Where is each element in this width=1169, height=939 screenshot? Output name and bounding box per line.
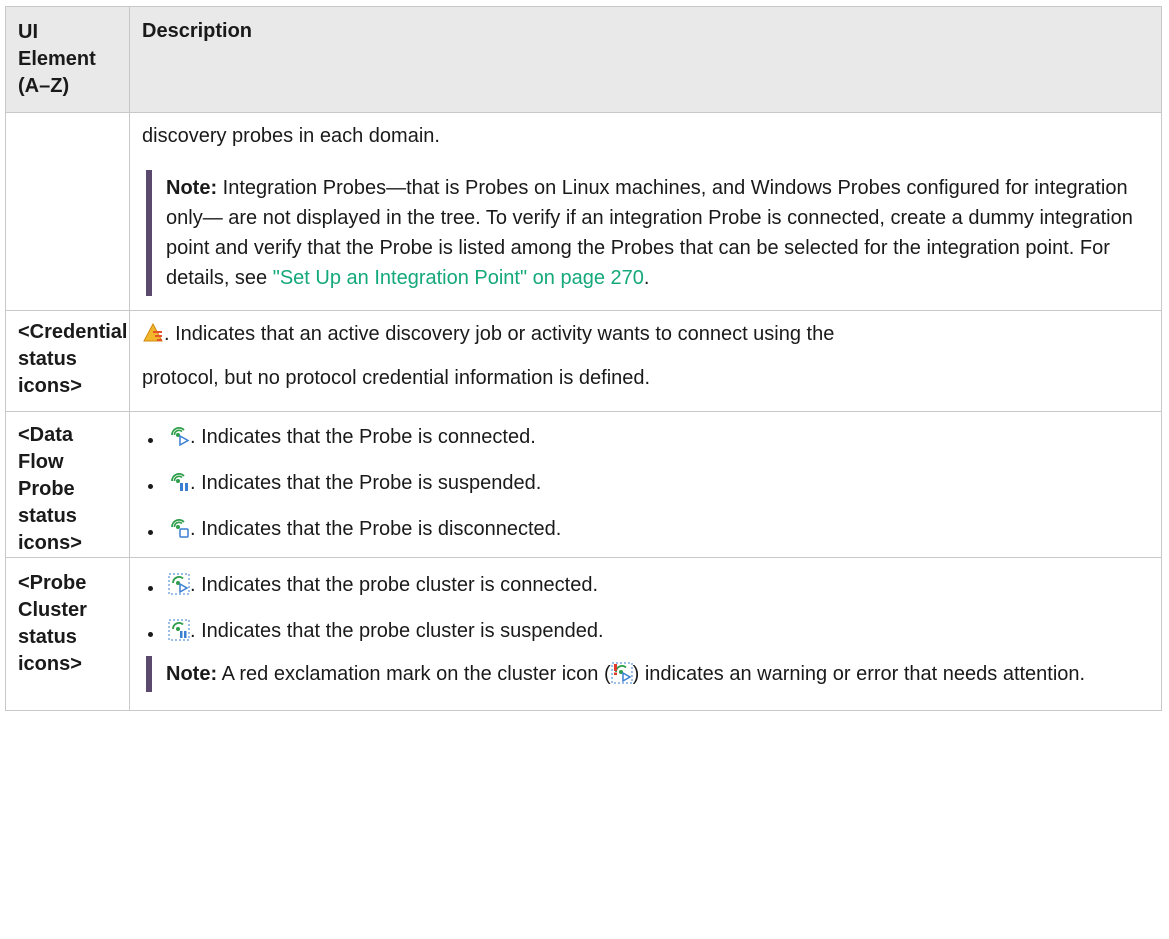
column-header-description: Description <box>129 6 1162 113</box>
list-item-text: . Indicates that the Probe is connected. <box>190 426 536 448</box>
element-cell: <Credential status icons> <box>5 310 130 412</box>
description-cell: . Indicates that the Probe is connected. <box>129 411 1162 558</box>
cluster-connected-icon <box>168 573 190 595</box>
note-label: Note: <box>166 177 218 199</box>
note-block: Note: Integration Probes—that is Probes … <box>146 170 1149 296</box>
description-cell: discovery probes in each domain. Note: I… <box>129 112 1162 311</box>
credential-warning-icon <box>142 322 164 344</box>
description-cell: . Indicates that the probe cluster is co… <box>129 557 1162 711</box>
cluster-suspended-icon <box>168 619 190 641</box>
list-item: . Indicates that the Probe is connected. <box>142 422 1149 452</box>
note-block: Note: A red exclamation mark on the clus… <box>146 656 1149 692</box>
note-label: Note: <box>166 663 218 685</box>
note-text-end: ) indicates an warning or error that nee… <box>632 663 1086 685</box>
description-line: . Indicates that an active discovery job… <box>142 319 1149 349</box>
note-text: A red exclamation mark on the cluster ic… <box>217 663 611 685</box>
description-text: discovery probes in each domain. <box>142 125 440 147</box>
description-text: . Indicates that an active discovery job… <box>164 323 835 345</box>
table-row: <Probe Cluster status icons> . Indicates… <box>5 557 1162 711</box>
note-end: . <box>643 267 650 289</box>
column-header-ui-element: UI Element (A–Z) <box>5 6 130 113</box>
list-item: . Indicates that the probe cluster is co… <box>142 570 1149 600</box>
cluster-error-icon <box>611 662 633 684</box>
list-item-text: . Indicates that the probe cluster is su… <box>190 620 604 642</box>
description-text: protocol, but no protocol credential inf… <box>142 367 651 389</box>
element-cell: <Probe Cluster status icons> <box>5 557 130 711</box>
list-item-text: . Indicates that the Probe is suspended. <box>190 472 542 494</box>
list-item: . Indicates that the probe cluster is su… <box>142 616 1149 646</box>
element-cell: <Data Flow Probe status icons> <box>5 411 130 558</box>
probe-disconnected-icon <box>168 517 190 539</box>
probe-connected-icon <box>168 425 190 447</box>
element-cell <box>5 112 130 311</box>
table-row: <Data Flow Probe status icons> . Indicat… <box>5 411 1162 558</box>
ui-element-table: UI Element (A–Z) Description discovery p… <box>5 6 1162 711</box>
table-row: discovery probes in each domain. Note: I… <box>5 112 1162 311</box>
table-row: <Credential status icons> . Indicates th… <box>5 310 1162 412</box>
table-header-row: UI Element (A–Z) Description <box>5 6 1162 113</box>
list-item-text: . Indicates that the Probe is disconnect… <box>190 518 562 540</box>
status-list: . Indicates that the probe cluster is co… <box>142 570 1149 646</box>
description-cell: . Indicates that an active discovery job… <box>129 310 1162 412</box>
probe-suspended-icon <box>168 471 190 493</box>
list-item: . Indicates that the Probe is disconnect… <box>142 514 1149 544</box>
integration-point-link[interactable]: "Set Up an Integration Point" on page 27… <box>273 267 644 289</box>
list-item: . Indicates that the Probe is suspended. <box>142 468 1149 498</box>
list-item-text: . Indicates that the probe cluster is co… <box>190 574 599 596</box>
status-list: . Indicates that the Probe is connected. <box>142 422 1149 544</box>
